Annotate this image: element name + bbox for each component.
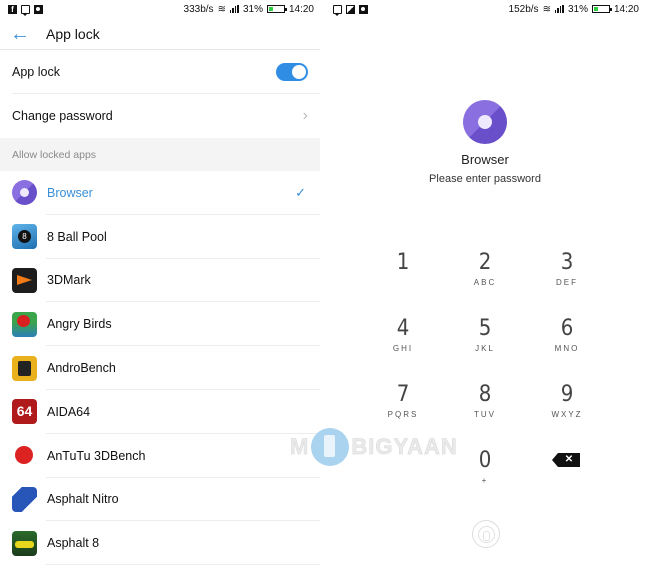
app-name: Angry Birds — [47, 317, 112, 332]
key-4[interactable]: 4 GHI — [363, 316, 443, 366]
chat-icon — [21, 4, 30, 16]
browser-icon — [12, 180, 37, 206]
antutu-icon — [12, 443, 37, 469]
facebook-icon: f — [8, 4, 17, 14]
locked-app-name: Browser — [461, 152, 509, 167]
key-1[interactable]: 1 — [363, 250, 443, 300]
image-icon — [346, 4, 355, 14]
photo-icon — [34, 4, 43, 14]
aida64-icon: 64 — [12, 399, 37, 425]
battery-percent: 31% — [567, 3, 588, 15]
chevron-right-icon: › — [302, 107, 308, 124]
network-speed: 333b/s — [183, 3, 214, 15]
change-password-row[interactable]: Change password › — [0, 94, 320, 138]
key-2[interactable]: 2 ABC — [445, 250, 525, 300]
app-list: Browser ✓ 8 Ball Pool 3DMark Angry Birds… — [0, 171, 320, 565]
signal-icon — [229, 5, 239, 13]
app-row-androbench[interactable]: AndroBench — [0, 346, 320, 390]
fingerprint-icon[interactable] — [472, 520, 500, 548]
app-lock-toggle[interactable] — [276, 63, 308, 81]
app-row-3dmark[interactable]: 3DMark — [0, 259, 320, 303]
page-title: App lock — [46, 25, 100, 42]
photo-icon — [359, 4, 368, 14]
locked-app-header: Browser Please enter password — [325, 100, 645, 185]
delete-button[interactable]: ✕ — [527, 453, 607, 493]
password-entry-screen: 152b/s ≋ 31% 14:20 Browser Please enter … — [325, 0, 645, 568]
key-6[interactable]: 6 MNO — [527, 316, 607, 366]
key-9[interactable]: 9 WXYZ — [527, 382, 607, 432]
app-lock-settings-screen: f 333b/s ≋ 31% 14:20 ← App lock App lock… — [0, 0, 320, 568]
asphalt-nitro-icon — [12, 486, 37, 512]
app-row-8-ball-pool[interactable]: 8 Ball Pool — [0, 215, 320, 259]
app-lock-row[interactable]: App lock — [0, 50, 320, 94]
change-password-label: Change password — [12, 109, 113, 123]
battery-icon — [266, 5, 287, 13]
3dmark-icon — [12, 267, 37, 293]
app-name: Asphalt Nitro — [47, 492, 119, 507]
key-7[interactable]: 7 PQRS — [363, 382, 443, 432]
angry-birds-icon — [12, 311, 37, 337]
status-bar: f 333b/s ≋ 31% 14:20 — [0, 0, 320, 18]
wifi-icon: ≋ — [542, 3, 551, 15]
section-header-allow-locked-apps: Allow locked apps — [0, 138, 320, 171]
app-row-angry-birds[interactable]: Angry Birds — [0, 302, 320, 346]
app-name: AndroBench — [47, 361, 116, 376]
app-lock-label: App lock — [12, 65, 60, 79]
browser-icon — [463, 100, 507, 144]
asphalt-8-icon — [12, 530, 37, 556]
app-name: AnTuTu 3DBench — [47, 448, 146, 463]
app-name: 8 Ball Pool — [47, 229, 107, 244]
app-name: AIDA64 — [47, 404, 91, 419]
watermark-text-right: BIGYAAN — [351, 434, 458, 460]
androbench-icon — [12, 355, 37, 381]
network-speed: 152b/s — [508, 3, 539, 15]
key-8[interactable]: 8 TUV — [445, 382, 525, 432]
app-row-antutu-3dbench[interactable]: AnTuTu 3DBench — [0, 434, 320, 478]
app-name: 3DMark — [47, 273, 91, 288]
status-bar: 152b/s ≋ 31% 14:20 — [325, 0, 645, 18]
password-prompt: Please enter password — [429, 173, 541, 185]
clock: 14:20 — [613, 3, 639, 15]
8-ball-pool-icon — [12, 224, 37, 250]
mobigyaan-watermark: M BIGYAAN — [290, 428, 458, 466]
battery-fill — [268, 7, 274, 11]
clock: 14:20 — [288, 3, 314, 15]
back-arrow-icon[interactable]: ← — [10, 24, 34, 44]
key-3[interactable]: 3 DEF — [527, 250, 607, 300]
app-bar: ← App lock — [0, 18, 320, 50]
app-row-browser[interactable]: Browser ✓ — [0, 171, 320, 215]
app-name: Asphalt 8 — [47, 536, 100, 551]
checkmark-icon: ✓ — [295, 184, 306, 200]
watermark-phone-logo-icon — [311, 428, 350, 466]
watermark-text-left: M — [290, 434, 310, 460]
app-name: Browser — [47, 185, 93, 200]
battery-percent: 31% — [242, 3, 263, 15]
chat-icon — [333, 4, 342, 16]
signal-icon — [554, 5, 564, 13]
key-5[interactable]: 5 JKL — [445, 316, 525, 366]
app-row-asphalt-8[interactable]: Asphalt 8 — [0, 521, 320, 565]
app-row-asphalt-nitro[interactable]: Asphalt Nitro — [0, 478, 320, 522]
backspace-icon: ✕ — [552, 453, 580, 467]
wifi-icon: ≋ — [217, 3, 226, 15]
battery-fill — [593, 7, 599, 11]
app-row-aida64[interactable]: 64 AIDA64 — [0, 390, 320, 434]
battery-icon — [591, 5, 612, 13]
